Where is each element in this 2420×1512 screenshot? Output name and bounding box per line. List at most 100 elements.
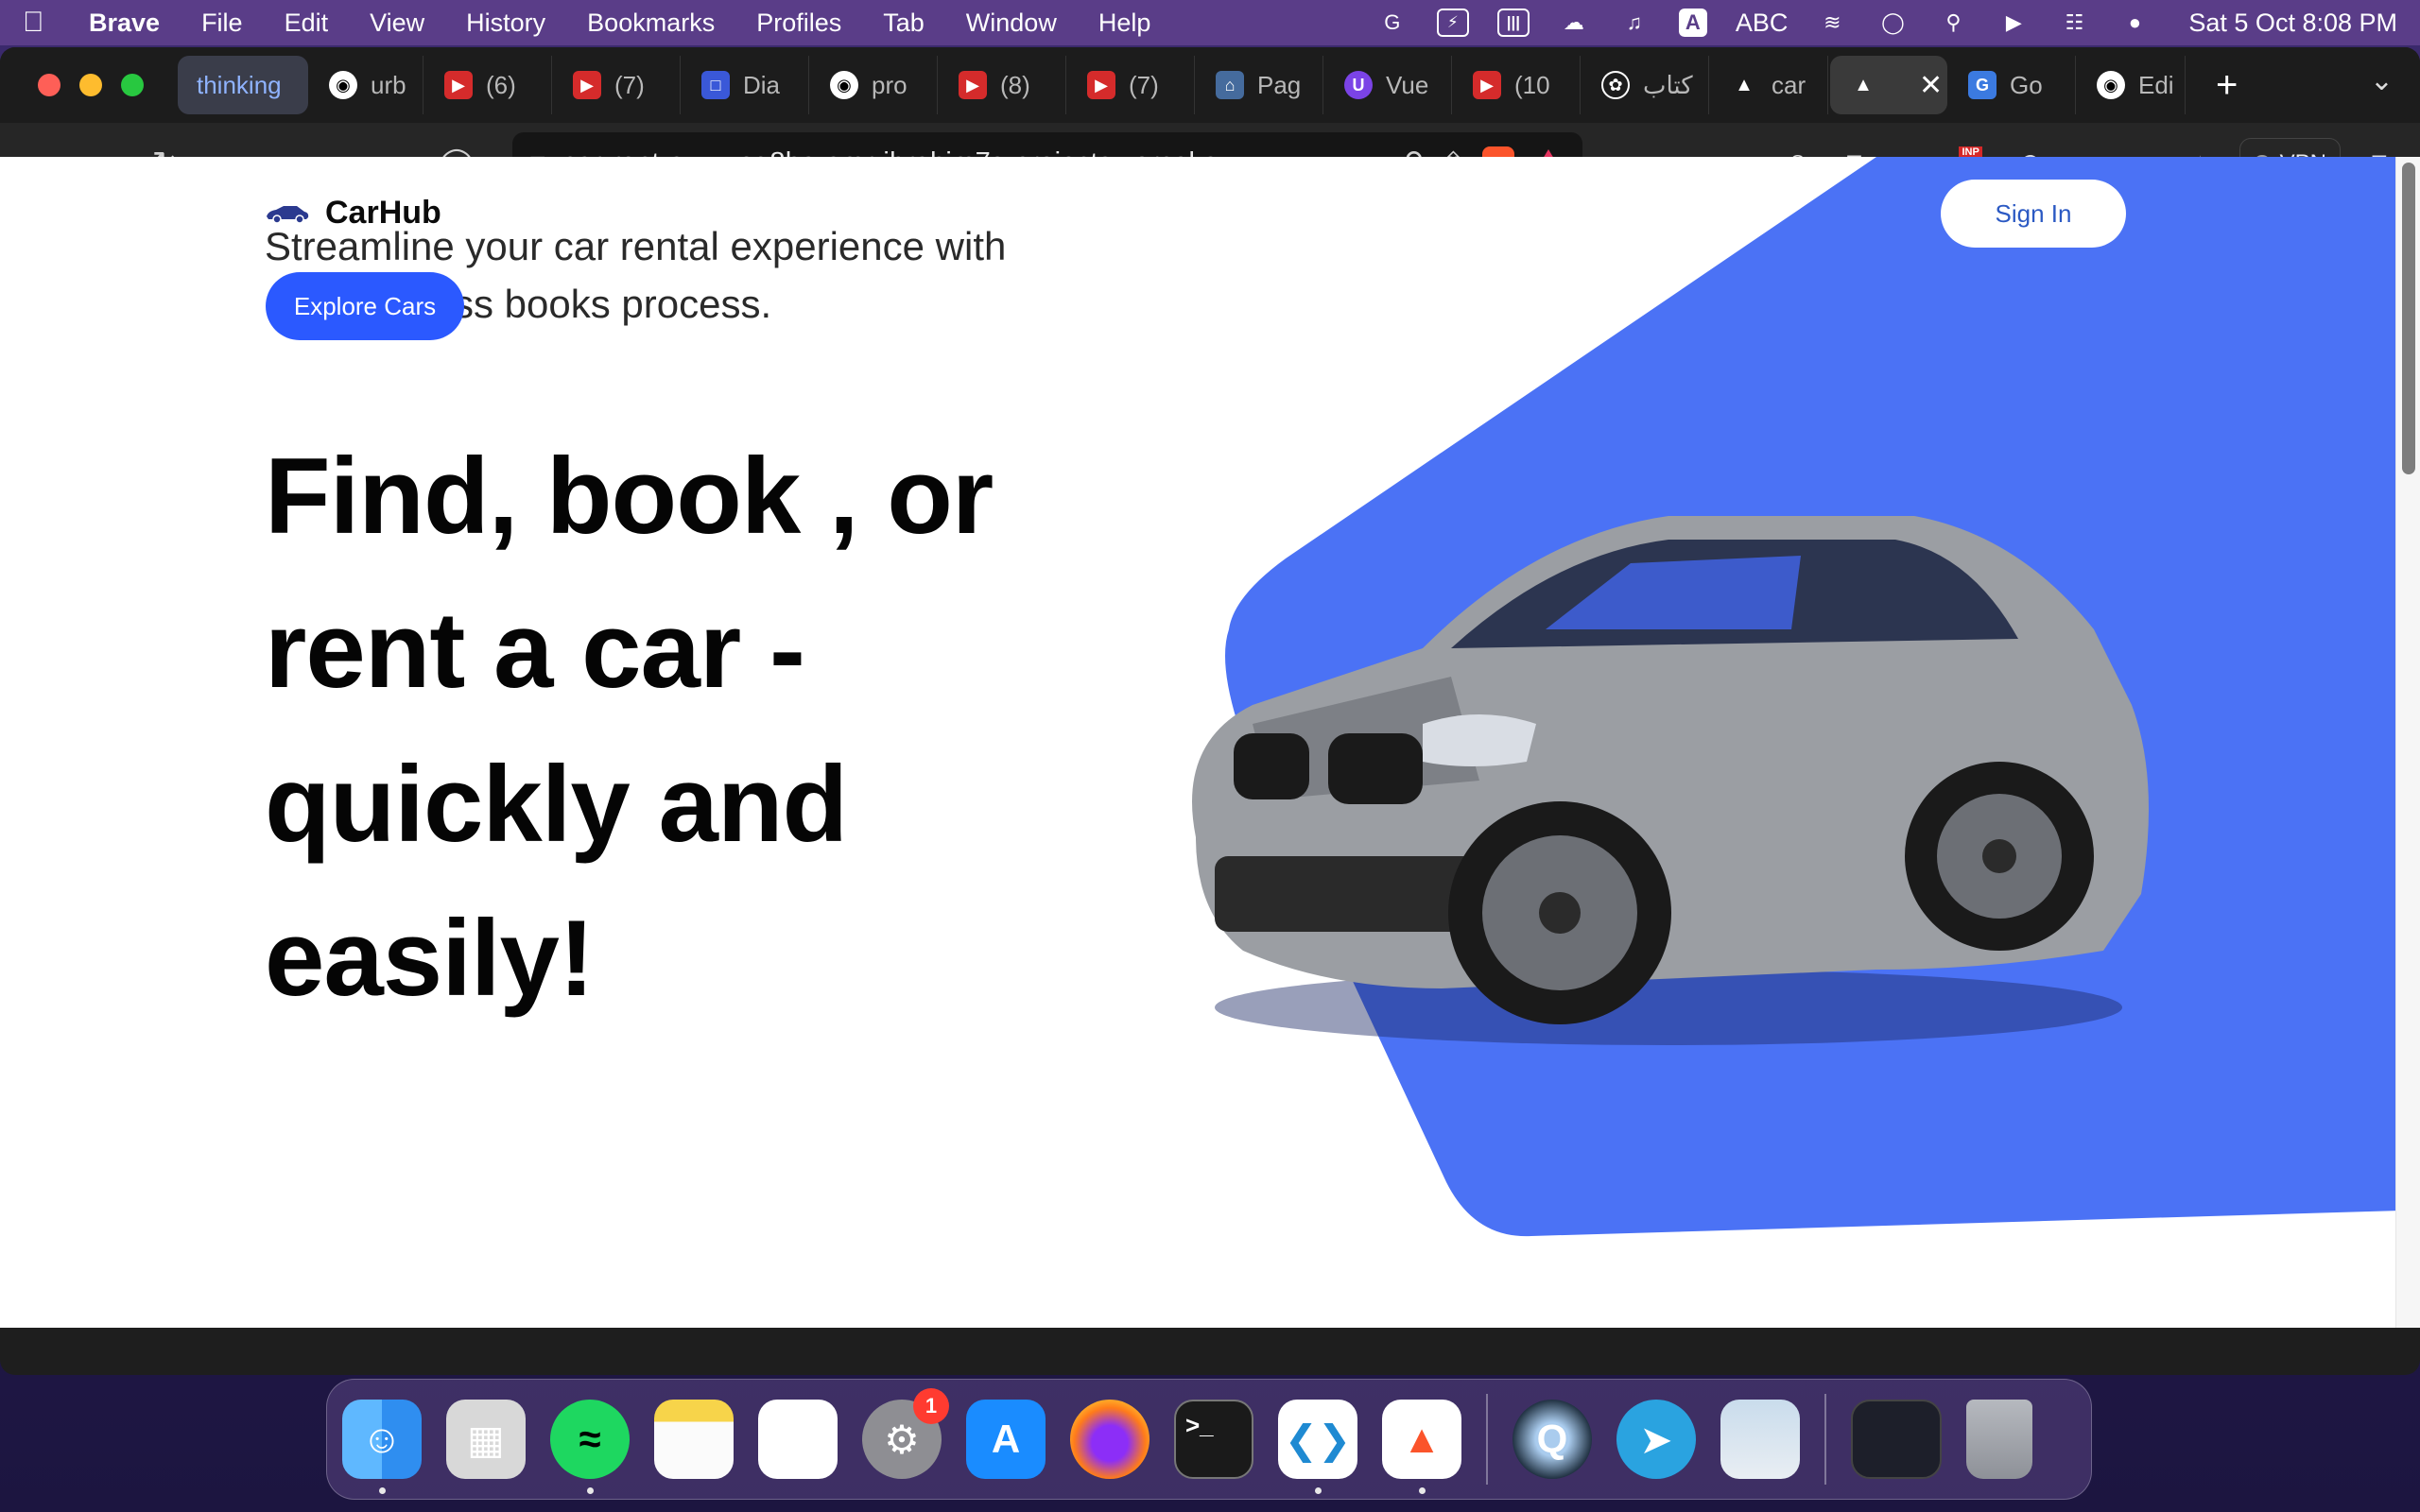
- dock-separator: [1824, 1394, 1826, 1485]
- tab-label: (7): [614, 70, 645, 99]
- sign-in-button[interactable]: Sign In: [1941, 180, 2126, 248]
- close-window-button[interactable]: [38, 74, 60, 96]
- macos-dock: ☺ ▦ ≈ ⚙ 1 A >_ ❮❯ ▲ Q ➤: [326, 1379, 2092, 1500]
- menu-history[interactable]: History: [466, 9, 545, 38]
- tab-github-edi[interactable]: ◉ Edi: [2078, 56, 2186, 114]
- tab-youtube-7b[interactable]: ▶ (7): [1068, 56, 1195, 114]
- vercel-icon: ▲: [1854, 74, 1873, 95]
- headphones-icon[interactable]: ♫: [1618, 9, 1651, 37]
- running-indicator: [1419, 1487, 1426, 1494]
- tab-label: pro: [872, 70, 908, 99]
- system-settings-icon[interactable]: ⚙ 1: [862, 1388, 949, 1479]
- tab-chatgpt[interactable]: ✿ كتاب: [1582, 56, 1709, 114]
- menu-tab[interactable]: Tab: [883, 9, 925, 38]
- battery-icon[interactable]: ⚡: [1436, 9, 1469, 37]
- user-icon[interactable]: ◯: [1876, 9, 1909, 37]
- menu-file[interactable]: File: [201, 9, 243, 38]
- reminders-icon[interactable]: [758, 1400, 838, 1479]
- running-indicator: [379, 1487, 386, 1494]
- memory-icon[interactable]: |||: [1496, 9, 1530, 37]
- tab-label: thinking: [197, 70, 282, 99]
- terminal-icon[interactable]: >_: [1174, 1400, 1253, 1479]
- menu-view[interactable]: View: [370, 9, 424, 38]
- tab-github-urb[interactable]: ◉ urb: [310, 56, 424, 114]
- launchpad-icon[interactable]: ▦: [446, 1400, 526, 1479]
- menu-app-name[interactable]: Brave: [89, 9, 160, 38]
- close-tab-icon[interactable]: ✕: [1919, 69, 1943, 102]
- notes-icon[interactable]: [654, 1400, 734, 1479]
- menu-help[interactable]: Help: [1098, 9, 1151, 38]
- scrollbar[interactable]: [2395, 157, 2420, 1328]
- youtube-icon: ▶: [1087, 71, 1115, 99]
- input-source-label[interactable]: ABC: [1736, 9, 1789, 38]
- preview-icon[interactable]: [1720, 1400, 1800, 1479]
- minimize-window-button[interactable]: [79, 74, 102, 96]
- vercel-icon: ▲: [1735, 74, 1754, 95]
- tab-label: كتاب: [1643, 70, 1693, 99]
- tab-label: (8): [1000, 70, 1030, 99]
- menu-bookmarks[interactable]: Bookmarks: [587, 9, 715, 38]
- youtube-icon: ▶: [959, 71, 987, 99]
- vue-icon: U: [1344, 71, 1373, 99]
- page-icon: ⌂: [1216, 71, 1244, 99]
- settings-notification-badge: 1: [913, 1388, 949, 1424]
- explore-cars-button[interactable]: Explore Cars: [266, 272, 464, 340]
- tab-youtube-8[interactable]: ▶ (8): [940, 56, 1066, 114]
- tab-youtube-7[interactable]: ▶ (7): [554, 56, 681, 114]
- youtube-icon: ▶: [1473, 71, 1501, 99]
- quicktime-icon[interactable]: Q: [1512, 1400, 1592, 1479]
- tab-vercel-car[interactable]: ▲ car: [1711, 56, 1828, 114]
- running-indicator: [1315, 1487, 1322, 1494]
- control-center-icon[interactable]: ☷: [2058, 9, 2090, 37]
- tab-label: Go: [2010, 70, 2043, 99]
- menu-edit[interactable]: Edit: [285, 9, 329, 38]
- grammarly-icon[interactable]: G: [1376, 9, 1409, 37]
- vscode-icon[interactable]: ❮❯: [1278, 1400, 1357, 1494]
- menu-profiles[interactable]: Profiles: [756, 9, 841, 38]
- tab-page[interactable]: ⌂ Pag: [1197, 56, 1323, 114]
- spotlight-search-icon[interactable]: ⚲: [1937, 9, 1969, 37]
- screen-recording-icon[interactable]: ▶: [1997, 9, 2030, 37]
- page-viewport: CarHub Sign In Find, book , or rent a ca…: [0, 157, 2420, 1328]
- github-icon: ◉: [830, 71, 858, 99]
- menu-window[interactable]: Window: [966, 9, 1057, 38]
- dia-icon: □: [701, 71, 730, 99]
- running-indicator: [587, 1487, 594, 1494]
- tab-github-pro[interactable]: ◉ pro: [811, 56, 938, 114]
- zoom-window-button[interactable]: [121, 74, 144, 96]
- firefox-icon[interactable]: [1070, 1400, 1150, 1479]
- tab-youtube-10[interactable]: ▶ (10: [1454, 56, 1581, 114]
- spotify-icon[interactable]: ≈: [550, 1400, 630, 1494]
- window-controls: [38, 74, 144, 96]
- tab-thinking[interactable]: thinking: [178, 56, 308, 114]
- apple-menu-icon[interactable]: : [23, 7, 57, 39]
- finder-icon[interactable]: ☺: [342, 1400, 422, 1494]
- tab-label: car: [1772, 70, 1806, 99]
- scrollbar-thumb[interactable]: [2402, 163, 2415, 474]
- tab-label: (7): [1129, 70, 1159, 99]
- tab-label: urb: [371, 70, 406, 99]
- tab-label: Vue: [1386, 70, 1429, 99]
- input-source-icon[interactable]: A: [1678, 9, 1707, 37]
- app-store-icon[interactable]: A: [966, 1400, 1046, 1479]
- new-tab-button[interactable]: +: [2187, 56, 2266, 114]
- menu-clock[interactable]: Sat 5 Oct 8:08 PM: [2188, 9, 2397, 38]
- wifi-icon[interactable]: ≋: [1816, 9, 1848, 37]
- telegram-icon[interactable]: ➤: [1616, 1400, 1696, 1479]
- dock-separator: [1486, 1394, 1488, 1485]
- tab-youtube-6[interactable]: ▶ (6): [425, 56, 552, 114]
- minimized-window-thumbnail[interactable]: [1851, 1400, 1942, 1479]
- brave-browser-icon[interactable]: ▲: [1382, 1400, 1461, 1494]
- tab-label: Edi: [2138, 70, 2174, 99]
- siri-icon[interactable]: ●: [2118, 9, 2151, 37]
- tab-vercel-active[interactable]: ▲ ✕: [1830, 56, 1947, 114]
- tab-vue[interactable]: U Vue: [1325, 56, 1452, 114]
- status-area: G ⚡ ||| ☁ ♫ A ABC ≋ ◯ ⚲ ▶ ☷ ● Sat 5 Oct …: [1376, 9, 2397, 38]
- display-icon[interactable]: ☁: [1558, 9, 1590, 37]
- tab-list-chevron-icon[interactable]: ⌄: [2370, 64, 2394, 97]
- tab-google-translate[interactable]: G Go: [1949, 56, 2076, 114]
- tab-bar: thinking ◉ urb ▶ (6) ▶ (7) □ Dia ◉ pro ▶…: [0, 47, 2420, 123]
- github-icon: ◉: [2097, 71, 2125, 99]
- tab-dia[interactable]: □ Dia: [683, 56, 809, 114]
- trash-icon[interactable]: [1966, 1400, 2032, 1479]
